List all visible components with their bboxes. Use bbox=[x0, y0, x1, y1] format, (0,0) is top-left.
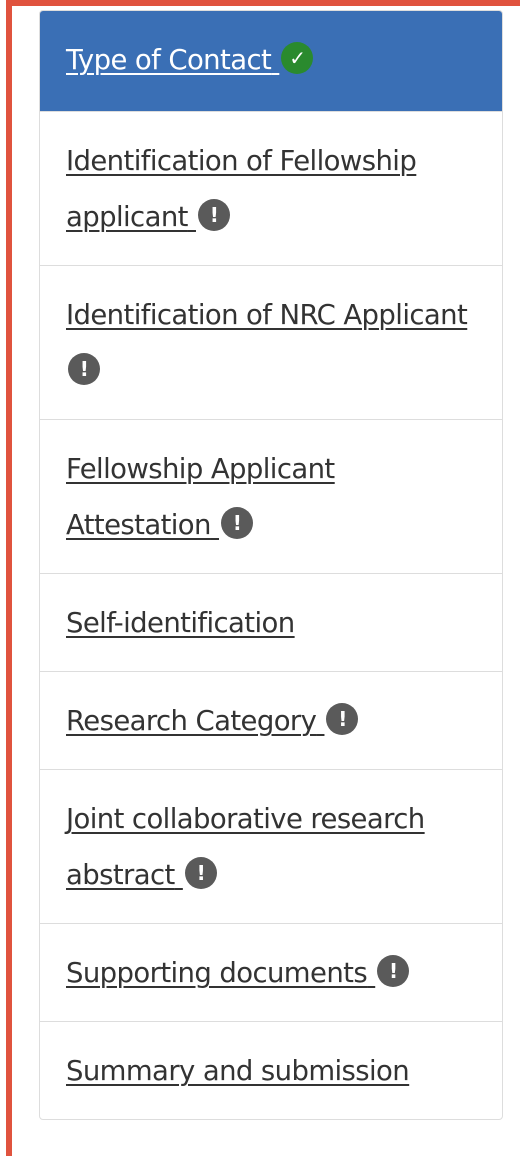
nav-item-label: Type of Contact bbox=[66, 44, 272, 76]
exclamation-circle-icon: ! bbox=[68, 353, 100, 385]
nav-item-joint-collaborative-research-abstract[interactable]: Joint collaborative research abstract ! bbox=[40, 769, 502, 923]
nav-item-type-of-contact[interactable]: Type of Contact ✓ bbox=[40, 11, 502, 111]
nav-item-label: Self-identification bbox=[66, 607, 295, 639]
nav-item-supporting-documents[interactable]: Supporting documents ! bbox=[40, 923, 502, 1021]
nav-item-label: Supporting documents bbox=[66, 957, 368, 989]
exclamation-circle-icon: ! bbox=[221, 507, 254, 539]
nav-item-summary-and-submission[interactable]: Summary and submission bbox=[40, 1021, 502, 1119]
form-steps-nav: Type of Contact ✓ Identification of Fell… bbox=[39, 10, 503, 1120]
nav-item-fellowship-applicant-attestation[interactable]: Fellowship Applicant Attestation ! bbox=[40, 419, 502, 573]
nav-item-label: Summary and submission bbox=[66, 1055, 410, 1087]
exclamation-circle-icon: ! bbox=[184, 857, 217, 889]
nav-item-label: Joint collaborative research abstract bbox=[66, 803, 425, 891]
nav-item-label: Research Category bbox=[66, 705, 317, 737]
exclamation-circle-icon: ! bbox=[377, 955, 410, 987]
highlight-frame-left bbox=[6, 0, 12, 1156]
nav-item-identification-nrc-applicant[interactable]: Identification of NRC Applicant ! bbox=[40, 265, 502, 419]
check-circle-icon: ✓ bbox=[281, 42, 314, 74]
exclamation-circle-icon: ! bbox=[197, 199, 230, 231]
nav-item-research-category[interactable]: Research Category ! bbox=[40, 671, 502, 769]
nav-item-self-identification[interactable]: Self-identification bbox=[40, 573, 502, 671]
nav-item-label: Identification of NRC Applicant bbox=[66, 299, 468, 331]
nav-item-identification-fellowship-applicant[interactable]: Identification of Fellowship applicant ! bbox=[40, 111, 502, 265]
highlight-frame-top bbox=[6, 0, 520, 6]
nav-item-label: Fellowship Applicant Attestation bbox=[66, 453, 335, 541]
exclamation-circle-icon: ! bbox=[326, 703, 359, 735]
nav-item-label: Identification of Fellowship applicant bbox=[66, 145, 417, 233]
